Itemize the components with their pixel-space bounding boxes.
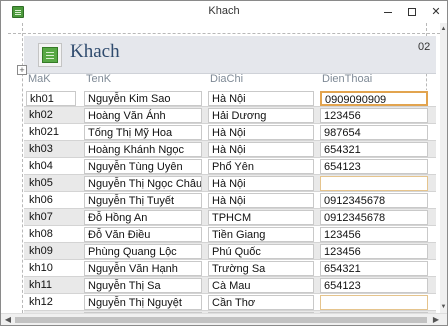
cell-diachi[interactable]: Cần Thơ xyxy=(208,295,314,310)
cell-dienthoai[interactable] xyxy=(320,295,428,310)
scrollbar-thumb[interactable] xyxy=(15,317,427,323)
cell-mak[interactable]: kh09 xyxy=(26,244,76,259)
maximize-button[interactable] xyxy=(400,1,424,23)
cell-tenk[interactable]: Nguyễn Kim Sao xyxy=(84,91,202,106)
title-bar[interactable]: Khach ✕ xyxy=(1,1,447,23)
cell-mak[interactable]: kh02 xyxy=(26,108,76,123)
cell-mak[interactable]: kh06 xyxy=(26,193,76,208)
cell-dienthoai[interactable]: 654321 xyxy=(320,142,428,157)
cell-diachi[interactable]: TPHCM xyxy=(208,210,314,225)
guide-line-top xyxy=(8,33,440,34)
cell-tenk[interactable]: Nguyễn Thị Tuyết xyxy=(84,193,202,208)
table-row[interactable]: kh08 Đỗ Văn Điều Tiền Giang 123456 xyxy=(24,226,436,243)
column-header-mak: MaK xyxy=(28,73,51,85)
cell-mak[interactable]: kh04 xyxy=(26,159,76,174)
cell-tenk[interactable]: Nguyễn Thị Nguyệt xyxy=(84,295,202,310)
table-row[interactable]: kh02 Hoàng Văn Ánh Hải Dương 123456 xyxy=(24,107,436,124)
cell-diachi[interactable]: Hải Dương xyxy=(208,108,314,123)
cell-tenk[interactable]: Nguyễn Tùng Uyên xyxy=(84,159,202,174)
horizontal-scrollbar[interactable]: ◀ ▶ xyxy=(1,313,447,325)
cell-tenk[interactable]: Phùng Quang Lộc xyxy=(84,244,202,259)
column-header-tenk: TenK xyxy=(86,73,112,85)
cell-dienthoai[interactable] xyxy=(320,176,428,191)
cell-diachi[interactable]: Hà Nội xyxy=(208,176,314,191)
form-design-area: Khach 02 + MaK TenK DiaChi DienThoai kh0… xyxy=(8,23,440,313)
table-row[interactable]: kh12 Nguyễn Thị Nguyệt Cần Thơ xyxy=(24,294,436,311)
cell-mak[interactable]: kh11 xyxy=(26,278,76,293)
minimize-button[interactable] xyxy=(376,1,400,23)
form-window: Khach ✕ Khach 02 + MaK TenK DiaChi DienT… xyxy=(0,0,448,326)
table-row[interactable]: kh05 Nguyễn Thị Ngọc Châu Hà Nội xyxy=(24,175,436,192)
cell-dienthoai[interactable]: 0912345678 xyxy=(320,210,428,225)
cell-diachi[interactable]: Hà Nội xyxy=(208,142,314,157)
form-logo-icon xyxy=(38,43,62,67)
layout-anchor-icon[interactable]: + xyxy=(17,65,27,75)
scroll-left-icon[interactable]: ◀ xyxy=(3,315,13,325)
scroll-up-icon[interactable]: ▲ xyxy=(440,24,447,34)
table-row[interactable]: kh11 Nguyễn Thị Sa Cà Mau 654123 xyxy=(24,277,436,294)
table-row[interactable]: kh07 Đỗ Hồng An TPHCM 0912345678 xyxy=(24,209,436,226)
table-row[interactable]: kh01 Nguyễn Kim Sao Hà Nội 0909090909 xyxy=(24,90,436,107)
scroll-right-icon[interactable]: ▶ xyxy=(431,315,441,325)
table-row[interactable]: kh10 Nguyễn Văn Hạnh Trường Sa 654321 xyxy=(24,260,436,277)
cell-dienthoai[interactable]: 0912345678 xyxy=(320,193,428,208)
cell-diachi[interactable]: Tiền Giang xyxy=(208,227,314,242)
cell-mak[interactable]: kh08 xyxy=(26,227,76,242)
form-header: Khach 02 xyxy=(24,36,436,74)
close-button[interactable]: ✕ xyxy=(424,1,448,23)
cell-dienthoai[interactable]: 123456 xyxy=(320,244,428,259)
cell-tenk[interactable]: Hoàng Văn Ánh xyxy=(84,108,202,123)
cell-diachi[interactable]: Hà Nội xyxy=(208,193,314,208)
form-title: Khach xyxy=(70,41,120,62)
cell-tenk[interactable]: Đỗ Văn Điều xyxy=(84,227,202,242)
scroll-down-icon[interactable]: ▼ xyxy=(440,302,447,312)
cell-dienthoai[interactable]: 0909090909 xyxy=(320,91,428,106)
cell-dienthoai[interactable]: 987654 xyxy=(320,125,428,140)
maximize-icon xyxy=(408,8,416,17)
column-header-diachi: DiaChi xyxy=(210,73,244,85)
table-row[interactable]: kh09 Phùng Quang Lộc Phú Quốc 123456 xyxy=(24,243,436,260)
cell-diachi[interactable]: Trường Sa xyxy=(208,261,314,276)
vertical-scrollbar[interactable]: ▲ ▼ xyxy=(440,23,447,313)
cell-mak[interactable]: kh10 xyxy=(26,261,76,276)
cell-tenk[interactable]: Nguyễn Văn Hạnh xyxy=(84,261,202,276)
cell-tenk[interactable]: Nguyễn Thị Sa xyxy=(84,278,202,293)
cell-tenk[interactable]: Đỗ Hồng An xyxy=(84,210,202,225)
table-row[interactable]: kh021 Tống Thị Mỹ Hoa Hà Nội 987654 xyxy=(24,124,436,141)
cell-diachi[interactable]: Phú Quốc xyxy=(208,244,314,259)
cell-diachi[interactable]: Phổ Yên xyxy=(208,159,314,174)
cell-mak[interactable]: kh05 xyxy=(26,176,76,191)
cell-dienthoai[interactable]: 654123 xyxy=(320,278,428,293)
cell-mak[interactable]: kh021 xyxy=(26,125,76,140)
column-header-dienthoai: DienThoai xyxy=(322,73,373,85)
header-right-text: 02 xyxy=(418,41,431,53)
cell-dienthoai[interactable]: 654123 xyxy=(320,159,428,174)
cell-dienthoai[interactable]: 654321 xyxy=(320,261,428,276)
cell-mak[interactable]: kh07 xyxy=(26,210,76,225)
table-row[interactable]: kh04 Nguyễn Tùng Uyên Phổ Yên 654123 xyxy=(24,158,436,175)
cell-mak[interactable]: kh03 xyxy=(26,142,76,157)
cell-tenk[interactable]: Tống Thị Mỹ Hoa xyxy=(84,125,202,140)
cell-mak[interactable]: kh12 xyxy=(26,295,76,310)
cell-diachi[interactable]: Hà Nội xyxy=(208,125,314,140)
cell-diachi[interactable]: Cà Mau xyxy=(208,278,314,293)
table-row[interactable]: kh06 Nguyễn Thị Tuyết Hà Nội 0912345678 xyxy=(24,192,436,209)
cell-diachi[interactable]: Hà Nội xyxy=(208,91,314,106)
minimize-icon xyxy=(384,11,392,13)
cell-mak[interactable]: kh01 xyxy=(26,91,76,106)
table-row[interactable]: kh03 Hoàng Khánh Ngọc Hà Nội 654321 xyxy=(24,141,436,158)
cell-dienthoai[interactable]: 123456 xyxy=(320,108,428,123)
cell-dienthoai[interactable]: 123456 xyxy=(320,227,428,242)
cell-tenk[interactable]: Hoàng Khánh Ngọc xyxy=(84,142,202,157)
cell-tenk[interactable]: Nguyễn Thị Ngọc Châu xyxy=(84,176,202,191)
close-icon: ✕ xyxy=(431,6,441,18)
